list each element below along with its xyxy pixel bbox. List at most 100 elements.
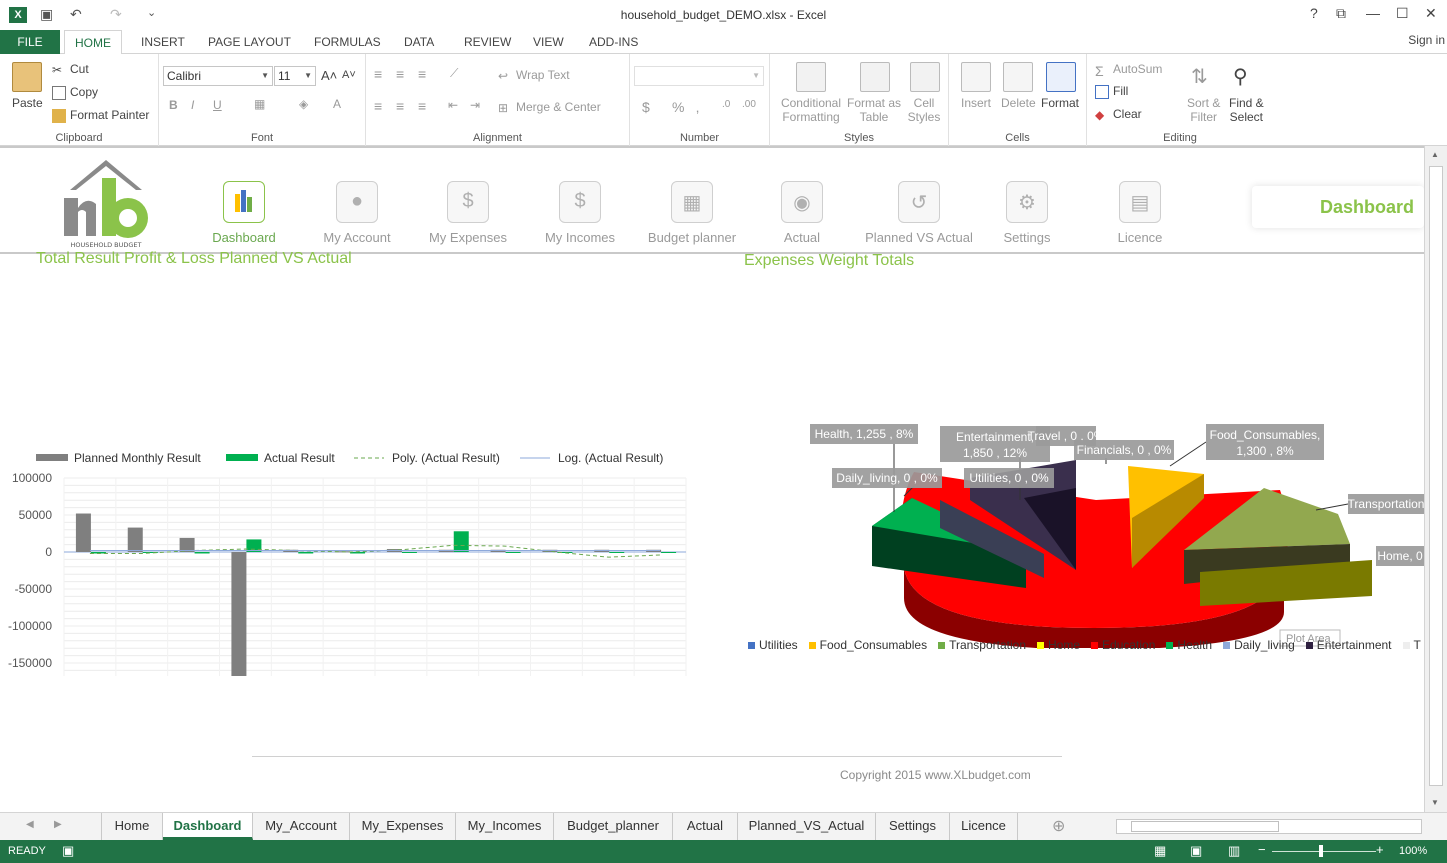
horizontal-scroll-thumb[interactable] xyxy=(1131,821,1279,832)
align-left-icon[interactable]: ≡ xyxy=(374,98,382,114)
close-button[interactable]: ✕ xyxy=(1425,5,1437,22)
sheet-tab-settings[interactable]: Settings xyxy=(876,813,950,840)
nav-my-expenses[interactable]: $ My Expenses xyxy=(424,148,512,252)
file-tab[interactable]: FILE xyxy=(0,30,60,54)
scroll-down-icon[interactable]: ▼ xyxy=(1431,798,1439,807)
font-color-icon[interactable]: A xyxy=(333,97,341,111)
maximize-button[interactable]: ☐ xyxy=(1396,5,1409,22)
zoom-out-icon[interactable]: − xyxy=(1258,842,1266,857)
bold-button[interactable]: B xyxy=(169,98,178,112)
underline-button[interactable]: U xyxy=(213,98,222,112)
tab-view[interactable]: VIEW xyxy=(533,30,564,54)
nav-budget-planner[interactable]: ▦ Budget planner xyxy=(640,148,744,252)
decrease-indent-icon[interactable]: ⇤ xyxy=(448,98,458,112)
page-layout-view-icon[interactable]: ▣ xyxy=(1190,843,1202,859)
sheet-tab-my-incomes[interactable]: My_Incomes xyxy=(456,813,554,840)
sort-filter-button[interactable]: Sort & Filter xyxy=(1187,96,1220,124)
align-bottom-icon[interactable]: ≡ xyxy=(418,66,426,82)
format-painter-label: Format Painter xyxy=(70,108,150,122)
conditional-formatting-button[interactable]: Conditional Formatting xyxy=(780,96,842,124)
sheet-tab-licence[interactable]: Licence xyxy=(950,813,1018,840)
help-button[interactable]: ? xyxy=(1310,5,1318,21)
nav-my-incomes[interactable]: $ My Incomes xyxy=(538,148,622,252)
fill-button[interactable]: Fill xyxy=(1095,84,1128,99)
cells-group: Insert Delete Format Cells xyxy=(949,54,1087,146)
profit-loss-chart[interactable]: 100000500000-50000-100000-150000-200000-… xyxy=(0,296,700,676)
autosum-button[interactable]: Σ AutoSum xyxy=(1095,62,1162,79)
sheet-tab-home[interactable]: Home xyxy=(101,813,163,840)
nav-settings[interactable]: ⚙ Settings xyxy=(996,148,1058,252)
ribbon-display-options-icon[interactable]: ⧉ xyxy=(1336,5,1346,22)
zoom-slider[interactable] xyxy=(1272,851,1376,852)
align-middle-icon[interactable]: ≡ xyxy=(396,66,404,82)
paste-icon[interactable] xyxy=(12,62,42,92)
format-as-table-button[interactable]: Format as Table xyxy=(846,96,902,124)
sheet-tab-planned-vs-actual[interactable]: Planned_VS_Actual xyxy=(738,813,876,840)
sign-in-link[interactable]: Sign in xyxy=(1408,30,1445,50)
sheet-tab-budget-planner[interactable]: Budget_planner xyxy=(554,813,673,840)
data-label: 1,300 , 8% xyxy=(1236,444,1294,458)
insert-button[interactable]: Insert xyxy=(961,96,991,110)
sheet-tab-my-account[interactable]: My_Account xyxy=(253,813,350,840)
increase-indent-icon[interactable]: ⇥ xyxy=(470,98,480,112)
sheet-tab-actual[interactable]: Actual xyxy=(673,813,738,840)
clear-button[interactable]: ◆ Clear xyxy=(1095,107,1142,122)
align-right-icon[interactable]: ≡ xyxy=(418,98,426,114)
tab-data[interactable]: DATA xyxy=(404,30,434,54)
next-sheet-icon[interactable]: ▶ xyxy=(54,819,62,830)
orientation-icon[interactable]: ⟋ xyxy=(450,66,458,81)
wrap-text-button[interactable]: ↩ Wrap Text xyxy=(498,68,570,83)
tab-review[interactable]: REVIEW xyxy=(464,30,511,54)
scroll-thumb[interactable] xyxy=(1429,166,1443,786)
sheet-tab-dashboard[interactable]: Dashboard xyxy=(163,813,253,840)
increase-decimal-icon[interactable]: .0 xyxy=(722,99,730,110)
decrease-decimal-icon[interactable]: .00 xyxy=(742,99,756,110)
cell-styles-button[interactable]: Cell Styles xyxy=(904,96,944,124)
cut-button[interactable]: ✂ Cut xyxy=(52,62,89,77)
tab-insert[interactable]: INSERT xyxy=(141,30,185,54)
align-top-icon[interactable]: ≡ xyxy=(374,66,382,82)
number-format-combo[interactable]: ▼ xyxy=(634,66,764,86)
grow-font-icon[interactable]: A˄ xyxy=(321,68,337,83)
macro-record-icon[interactable]: ▣ xyxy=(62,843,74,859)
nav-planned-vs-actual[interactable]: ↺ Planned VS Actual xyxy=(860,148,978,252)
format-painter-button[interactable]: Format Painter xyxy=(52,108,149,123)
merge-center-button[interactable]: ⊞ Merge & Center xyxy=(498,100,601,115)
find-select-button[interactable]: Find & Select xyxy=(1229,96,1264,124)
nav-dashboard[interactable]: Dashboard xyxy=(204,148,284,252)
tab-formulas[interactable]: FORMULAS xyxy=(314,30,381,54)
font-name-combo[interactable]: Calibri ▼ xyxy=(163,66,273,86)
page-break-view-icon[interactable]: ▥ xyxy=(1228,843,1240,859)
normal-view-icon[interactable]: ▦ xyxy=(1154,843,1166,859)
percent-button[interactable]: % xyxy=(672,99,684,115)
currency-button[interactable]: $ xyxy=(642,99,650,115)
horizontal-scrollbar[interactable] xyxy=(1116,819,1422,834)
expenses-pie-chart[interactable]: Health, 1,255 , 8% Entertainment, 1,850 , … xyxy=(724,268,1424,648)
font-size-combo[interactable]: 11 ▼ xyxy=(274,66,316,86)
nav-licence[interactable]: ▤ Licence xyxy=(1108,148,1172,252)
comma-button[interactable]: ‚ xyxy=(696,99,699,115)
pie-legend: Utilities Food_Consumables Transportation H… xyxy=(748,638,1424,656)
copy-button[interactable]: Copy xyxy=(52,85,98,100)
borders-icon[interactable]: ▦ xyxy=(254,97,265,111)
vertical-scrollbar[interactable]: ▲ ▼ xyxy=(1424,146,1447,812)
format-button[interactable]: Format xyxy=(1041,96,1079,110)
paste-button[interactable]: Paste xyxy=(12,96,43,110)
prev-sheet-icon[interactable]: ◀ xyxy=(26,819,34,830)
minimize-button[interactable]: — xyxy=(1366,5,1380,21)
italic-button[interactable]: I xyxy=(191,98,194,112)
sheet-tab-my-expenses[interactable]: My_Expenses xyxy=(350,813,456,840)
nav-my-account[interactable]: ● My Account xyxy=(314,148,400,252)
new-sheet-icon[interactable]: ⊕ xyxy=(1052,816,1065,836)
zoom-in-icon[interactable]: + xyxy=(1376,842,1384,857)
tab-home[interactable]: HOME xyxy=(64,30,122,55)
zoom-slider-thumb[interactable] xyxy=(1319,845,1323,857)
scroll-up-icon[interactable]: ▲ xyxy=(1431,150,1439,159)
tab-page-layout[interactable]: PAGE LAYOUT xyxy=(208,30,291,54)
delete-button[interactable]: Delete xyxy=(1001,96,1036,110)
nav-actual[interactable]: ◉ Actual xyxy=(772,148,832,252)
fill-color-icon[interactable]: ◈ xyxy=(299,97,308,111)
shrink-font-icon[interactable]: A˅ xyxy=(342,69,356,81)
tab-add-ins[interactable]: ADD-INS xyxy=(589,30,638,54)
align-center-icon[interactable]: ≡ xyxy=(396,98,404,114)
